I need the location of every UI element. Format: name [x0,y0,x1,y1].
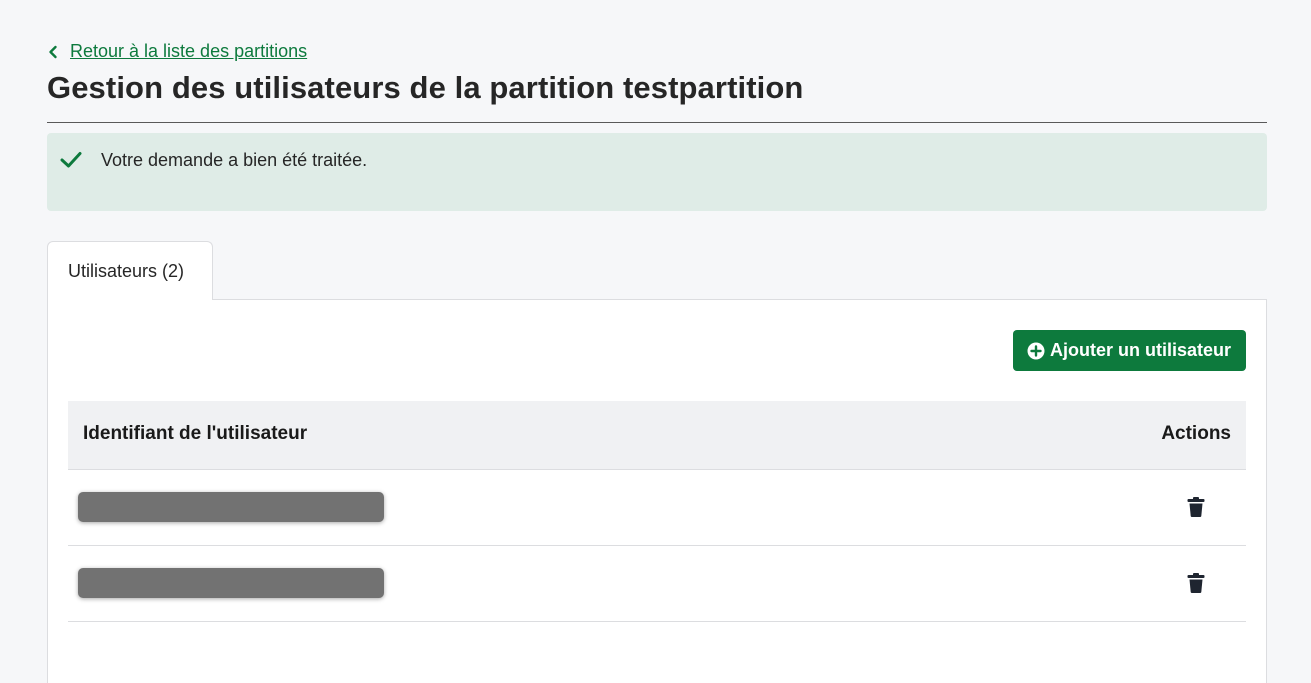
redacted-user-identifier [78,568,384,598]
back-link-label[interactable]: Retour à la liste des partitions [70,41,307,62]
users-table: Identifiant de l'utilisateur Actions [68,401,1246,622]
trash-icon[interactable] [1186,496,1206,518]
table-row [68,470,1246,546]
title-divider [47,122,1267,123]
redacted-user-identifier [78,492,384,522]
page-title: Gestion des utilisateurs de la partition… [47,70,804,105]
check-icon [60,152,82,168]
column-header-actions: Actions [1161,423,1231,444]
page: Retour à la liste des partitions Gestion… [0,0,1311,683]
table-row [68,546,1246,622]
back-to-partitions-link[interactable]: Retour à la liste des partitions [47,41,307,62]
success-alert: Votre demande a bien été traitée. [47,133,1267,211]
tab-utilisateurs[interactable]: Utilisateurs (2) [47,241,213,300]
tab-panel-users: Ajouter un utilisateur Identifiant de l'… [47,299,1267,683]
alert-message: Votre demande a bien été traitée. [101,150,368,170]
column-header-identifier: Identifiant de l'utilisateur [83,423,308,444]
add-user-button[interactable]: Ajouter un utilisateur [1012,330,1246,371]
add-user-label[interactable]: Ajouter un utilisateur [1050,340,1231,361]
tab-label[interactable]: Utilisateurs (2) [68,261,184,282]
trash-icon[interactable] [1186,572,1206,594]
chevron-left-icon [49,45,57,58]
table-header: Identifiant de l'utilisateur Actions [68,401,1246,470]
plus-circle-icon [1027,342,1045,359]
